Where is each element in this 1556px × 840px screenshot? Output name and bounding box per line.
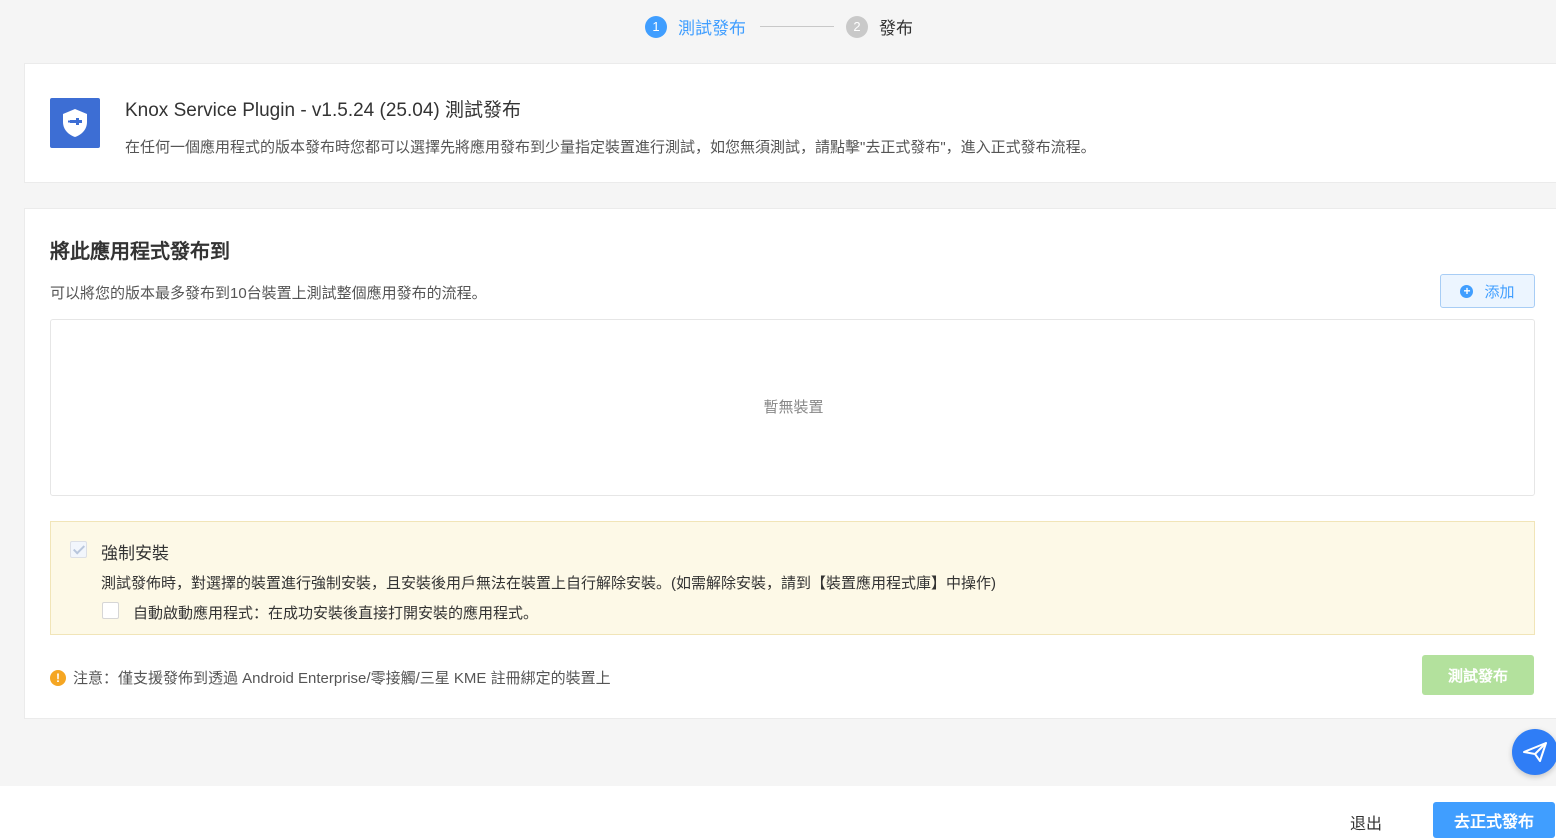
force-install-label: 強制安裝	[101, 544, 169, 563]
section-subtitle: 可以將您的版本最多發布到10台裝置上測試整個應用發布的流程。	[50, 285, 487, 302]
note-text: 注意：僅支援發佈到透過 Android Enterprise/零接觸/三星 KM…	[73, 670, 611, 687]
step-publish: 2 發布	[846, 14, 913, 39]
app-description: 在任何一個應用程式的版本發布時您都可以選擇先將應用發布到少量指定裝置進行測試，如…	[125, 139, 1096, 156]
section-heading: 將此應用程式發布到	[50, 241, 230, 263]
force-install-checkbox	[70, 541, 87, 558]
footer-bar: 退出 去正式發布	[0, 786, 1556, 840]
step-test-publish: 1 測試發布	[645, 14, 746, 39]
plus-circle-icon: +	[1460, 284, 1474, 298]
add-device-button[interactable]: + 添加	[1440, 274, 1535, 308]
app-info-card: Knox Service Plugin - v1.5.24 (25.04) 測試…	[24, 63, 1556, 183]
shield-plug-icon	[50, 98, 100, 148]
install-options-panel: 強制安裝 測試發佈時，對選擇的裝置進行強制安裝，且安裝後用戶無法在裝置上自行解除…	[50, 521, 1535, 635]
auto-launch-label[interactable]: 自動啟動應用程式：在成功安裝後直接打開安裝的應用程式。	[133, 602, 538, 623]
steps-indicator: 1 測試發布 2 發布	[0, 14, 1556, 39]
empty-state-text: 暫無裝置	[763, 399, 824, 416]
step-number: 1	[645, 15, 667, 38]
test-publish-button[interactable]: 測試發布	[1422, 655, 1534, 695]
warning-icon: !	[50, 669, 66, 686]
force-install-description: 測試發佈時，對選擇的裝置進行強制安裝，且安裝後用戶無法在裝置上自行解除安裝。(如…	[101, 575, 996, 592]
add-button-label: 添加	[1484, 283, 1515, 301]
send-float-button[interactable]	[1512, 729, 1556, 775]
auto-launch-checkbox[interactable]	[102, 602, 119, 619]
step-number: 2	[846, 15, 868, 38]
distribute-card: 將此應用程式發布到 可以將您的版本最多發布到10台裝置上測試整個應用發布的流程。…	[24, 208, 1556, 719]
device-list: 暫無裝置	[50, 319, 1535, 496]
app-title: Knox Service Plugin - v1.5.24 (25.04) 測試…	[125, 100, 522, 121]
paper-plane-icon	[1523, 742, 1547, 762]
step-connector	[760, 26, 834, 27]
go-publish-button[interactable]: 去正式發布	[1433, 802, 1555, 838]
step-label: 發布	[879, 19, 913, 38]
exit-button[interactable]: 退出	[1350, 810, 1382, 834]
step-label: 測試發布	[678, 19, 746, 38]
support-note: ! 注意：僅支援發佈到透過 Android Enterprise/零接觸/三星 …	[50, 667, 611, 688]
